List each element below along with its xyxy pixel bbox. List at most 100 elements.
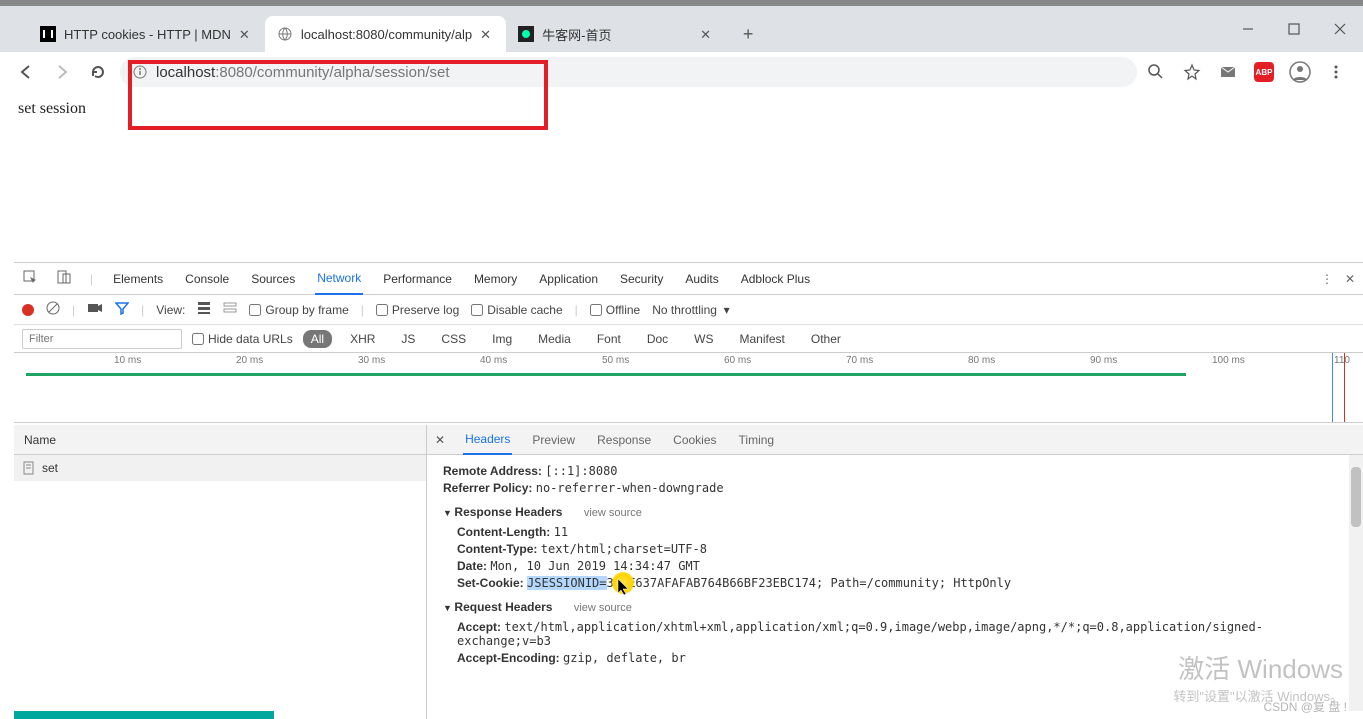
tab-title: localhost:8080/community/alp [301,27,472,42]
details-tabs: ✕ Headers Preview Response Cookies Timin… [427,425,1363,455]
info-icon [132,64,148,80]
request-headers-section[interactable]: Request Headers [443,600,552,614]
browser-tab-strip: HTTP cookies - HTTP | MDN ✕ localhost:80… [0,0,1363,52]
devtools-tab-network[interactable]: Network [315,263,363,295]
remote-address-value: [::1]:8080 [545,464,617,478]
devtools-tab-security[interactable]: Security [618,264,665,294]
camera-icon[interactable] [87,302,103,317]
filter-type-all[interactable]: All [303,330,332,348]
throttling-select[interactable]: No throttling ▾ [652,303,729,317]
record-button[interactable] [22,304,34,316]
devtools-tab-memory[interactable]: Memory [472,264,519,294]
url-path: :8080/community/alpha/session/set [215,64,449,81]
filter-icon[interactable] [115,301,129,318]
response-headers-section[interactable]: Response Headers [443,505,562,519]
close-icon[interactable]: ✕ [480,27,494,41]
content-type-value: text/html;charset=UTF-8 [541,542,707,556]
tab-title: HTTP cookies - HTTP | MDN [64,27,231,42]
filter-type-xhr[interactable]: XHR [342,330,383,348]
devtools-close-icon[interactable]: ✕ [1345,272,1355,286]
window-close-button[interactable] [1317,6,1363,52]
mail-icon[interactable] [1217,61,1239,83]
devtools-tab-audits[interactable]: Audits [683,264,720,294]
filter-type-js[interactable]: JS [393,330,423,348]
view-small-icon[interactable] [223,301,237,318]
view-label: View: [156,303,185,317]
date-label: Date: [457,559,487,573]
filter-type-ws[interactable]: WS [686,330,721,348]
devtools-menu-icon[interactable]: ⋮ [1321,272,1333,286]
filter-input[interactable] [22,329,182,349]
adblock-icon[interactable]: ABP [1253,61,1275,83]
date-value: Mon, 10 Jun 2019 14:34:47 GMT [490,559,700,573]
view-large-icon[interactable] [197,301,211,318]
details-tab-response[interactable]: Response [595,426,653,454]
view-source-link[interactable]: view source [574,602,632,614]
devtools-tab-sources[interactable]: Sources [249,264,297,294]
name-column-header[interactable]: Name [14,425,426,455]
filter-type-manifest[interactable]: Manifest [732,330,793,348]
back-button[interactable] [12,58,40,86]
clear-icon[interactable] [46,301,60,318]
details-tab-preview[interactable]: Preview [530,426,577,454]
content-type-label: Content-Type: [457,542,537,556]
tab-title: 牛客网-首页 [542,25,692,44]
referrer-policy-label: Referrer Policy: [443,481,532,495]
address-bar[interactable]: localhost:8080/community/alpha/session/s… [120,57,1137,87]
filter-type-img[interactable]: Img [484,330,520,348]
devtools-tab-adblock[interactable]: Adblock Plus [739,264,812,294]
network-timeline[interactable]: 10 ms 20 ms 30 ms 40 ms 50 ms 60 ms 70 m… [14,353,1363,423]
browser-tab-0[interactable]: HTTP cookies - HTTP | MDN ✕ [28,16,265,52]
toolbar-actions: ABP [1145,61,1351,83]
disable-cache-checkbox[interactable]: Disable cache [471,303,562,317]
devtools-main-tabs: | Elements Console Sources Network Perfo… [14,263,1363,295]
new-tab-button[interactable]: + [734,20,762,48]
accept-label: Accept: [457,620,501,634]
referrer-policy-value: no-referrer-when-downgrade [536,481,724,495]
menu-icon[interactable] [1325,61,1347,83]
star-icon[interactable] [1181,61,1203,83]
filter-type-css[interactable]: CSS [433,330,474,348]
devtools-tab-console[interactable]: Console [183,264,231,294]
document-icon [22,461,36,475]
forward-button[interactable] [48,58,76,86]
maximize-button[interactable] [1271,6,1317,52]
reload-button[interactable] [84,58,112,86]
filter-type-doc[interactable]: Doc [639,330,676,348]
url-host: localhost [156,64,215,81]
device-toggle-icon[interactable] [56,269,72,288]
details-tab-cookies[interactable]: Cookies [671,426,718,454]
offline-checkbox[interactable]: Offline [590,303,640,317]
devtools-tab-application[interactable]: Application [537,264,600,294]
profile-icon[interactable] [1289,61,1311,83]
set-cookie-label: Set-Cookie: [457,576,524,590]
devtools-panel: | Elements Console Sources Network Perfo… [14,262,1363,719]
hide-data-urls-checkbox[interactable]: Hide data URLs [192,332,293,346]
group-by-frame-checkbox[interactable]: Group by frame [249,303,348,317]
mdn-favicon-icon [40,26,56,42]
search-icon[interactable] [1145,61,1167,83]
filter-type-media[interactable]: Media [530,330,579,348]
accept-encoding-value: gzip, deflate, br [563,651,686,665]
request-row[interactable]: set [14,455,426,481]
globe-favicon-icon [277,26,293,42]
browser-tab-1[interactable]: localhost:8080/community/alp ✕ [265,16,506,52]
filter-type-font[interactable]: Font [589,330,629,348]
close-icon[interactable]: ✕ [239,27,253,41]
devtools-tab-elements[interactable]: Elements [111,264,165,294]
inspect-icon[interactable] [22,269,38,288]
view-source-link[interactable]: view source [584,507,642,519]
close-details-icon[interactable]: ✕ [435,433,445,447]
close-icon[interactable]: ✕ [700,27,714,41]
filter-type-other[interactable]: Other [803,330,849,348]
content-length-value: 11 [554,525,568,539]
page-body-text: set session [0,92,1363,126]
browser-tab-2[interactable]: 牛客网-首页 ✕ [506,16,726,52]
devtools-tab-performance[interactable]: Performance [381,264,454,294]
details-tab-headers[interactable]: Headers [463,425,512,455]
scrollbar[interactable] [1349,455,1363,711]
status-bar [14,711,274,719]
preserve-log-checkbox[interactable]: Preserve log [376,303,459,317]
minimize-button[interactable] [1225,6,1271,52]
details-tab-timing[interactable]: Timing [737,426,777,454]
